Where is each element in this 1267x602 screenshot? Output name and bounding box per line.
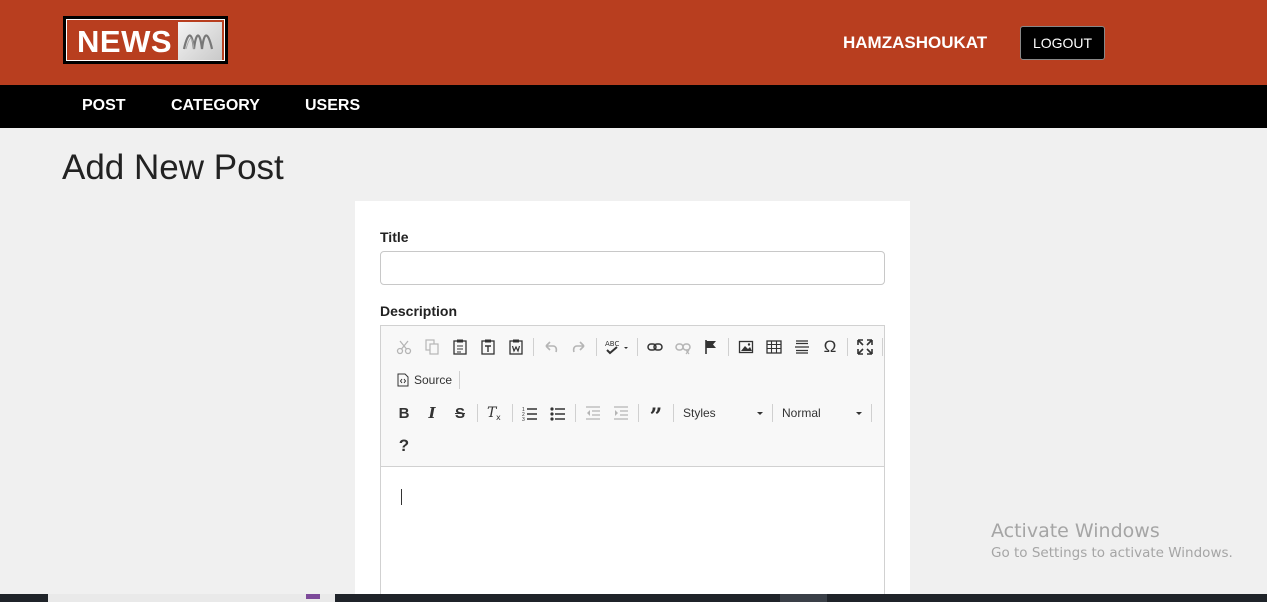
toolbar-separator (847, 338, 848, 356)
toolbar-separator (637, 338, 638, 356)
title-label: Title (380, 229, 409, 245)
toolbar-separator (596, 338, 597, 356)
bulleted-list-icon[interactable] (544, 401, 572, 425)
unlink-icon[interactable] (669, 335, 697, 359)
description-label: Description (380, 303, 458, 319)
bold-icon[interactable]: B (390, 401, 418, 425)
page-title: Add New Post (62, 148, 284, 187)
remove-format-icon[interactable]: Tx (481, 401, 509, 425)
link-icon[interactable] (641, 335, 669, 359)
rich-text-editor: ABC Ω Source B I S T x 1 2 3 ” Styles No… (380, 325, 885, 602)
styles-dropdown[interactable]: Styles (677, 402, 769, 424)
windows-activation-watermark: Activate Windows Go to Settings to activ… (991, 520, 1233, 561)
editor-content-area[interactable] (381, 467, 884, 602)
main-navigation: POST CATEGORY USERS (0, 85, 1267, 128)
toolbar-separator (882, 338, 883, 356)
toolbar-row-1: ABC Ω (390, 333, 886, 361)
cut-icon[interactable] (390, 335, 418, 359)
toolbar-separator (575, 404, 576, 422)
anchor-flag-icon[interactable] (697, 335, 725, 359)
horizontal-line-icon[interactable] (788, 335, 816, 359)
italic-icon[interactable]: I (418, 401, 446, 425)
taskbar-active-item[interactable] (780, 594, 827, 602)
watermark-title: Activate Windows (991, 520, 1160, 542)
paste-text-icon[interactable] (474, 335, 502, 359)
site-logo[interactable]: NEWS (63, 16, 228, 64)
chevron-down-icon (757, 411, 763, 415)
nav-item-post[interactable]: POST (82, 97, 126, 115)
toolbar-row-2: Source (393, 366, 463, 394)
styles-label: Styles (683, 406, 716, 420)
blockquote-icon[interactable]: ” (642, 401, 670, 430)
toolbar-separator (772, 404, 773, 422)
logout-button[interactable]: LOGOUT (1020, 26, 1105, 60)
image-icon[interactable] (732, 335, 760, 359)
username: HAMZASHOUKAT (843, 33, 988, 52)
nav-item-users[interactable]: USERS (305, 97, 360, 115)
table-icon[interactable] (760, 335, 788, 359)
svg-text:3: 3 (522, 417, 525, 421)
toolbar-row-3: B I S Tx 123 ” Styles Normal (390, 399, 875, 430)
paste-icon[interactable] (446, 335, 474, 359)
undo-icon[interactable] (537, 335, 565, 359)
title-input[interactable] (380, 251, 885, 285)
svg-text:x: x (496, 413, 501, 421)
watermark-subtitle: Go to Settings to activate Windows. (991, 545, 1233, 561)
spellcheck-icon[interactable]: ABC (600, 335, 634, 359)
toolbar-separator (512, 404, 513, 422)
nav-item-category[interactable]: CATEGORY (171, 97, 260, 115)
chevron-down-icon (856, 411, 862, 415)
help-icon[interactable]: ? (390, 434, 418, 458)
outdent-icon[interactable] (579, 401, 607, 425)
toolbar-separator (477, 404, 478, 422)
strike-icon[interactable]: S (446, 401, 474, 425)
header-bar: NEWS HAMZASHOUKAT LOGOUT (0, 0, 1267, 85)
post-form: Title Description ABC Ω Source B I S T x… (355, 201, 910, 602)
toolbar-separator (728, 338, 729, 356)
copy-icon[interactable] (418, 335, 446, 359)
toolbar-separator (638, 404, 639, 422)
logo-frame: NEWS (66, 19, 225, 61)
source-button[interactable]: Source (393, 373, 456, 387)
numbered-list-icon[interactable]: 123 (516, 401, 544, 425)
abc-logo-icon (178, 22, 222, 60)
redo-icon[interactable] (565, 335, 593, 359)
taskbar-app-icon (306, 594, 320, 599)
format-label: Normal (782, 406, 821, 420)
editor-toolbar: ABC Ω Source B I S T x 1 2 3 ” Styles No… (381, 326, 884, 467)
svg-text:ABC: ABC (605, 340, 619, 348)
toolbar-separator (459, 371, 461, 389)
toolbar-separator (673, 404, 674, 422)
paste-word-icon[interactable] (502, 335, 530, 359)
format-dropdown[interactable]: Normal (776, 402, 868, 424)
special-char-icon[interactable]: Ω (816, 335, 844, 359)
indent-icon[interactable] (607, 401, 635, 425)
os-taskbar (0, 594, 1267, 602)
logo-text: NEWS (77, 24, 172, 59)
maximize-icon[interactable] (851, 335, 879, 359)
toolbar-row-4: ? (390, 432, 418, 460)
text-cursor (401, 489, 402, 505)
toolbar-separator (871, 404, 872, 422)
taskbar-window-button[interactable] (48, 594, 335, 602)
toolbar-separator (533, 338, 534, 356)
source-icon (397, 373, 409, 387)
source-label: Source (414, 373, 453, 387)
